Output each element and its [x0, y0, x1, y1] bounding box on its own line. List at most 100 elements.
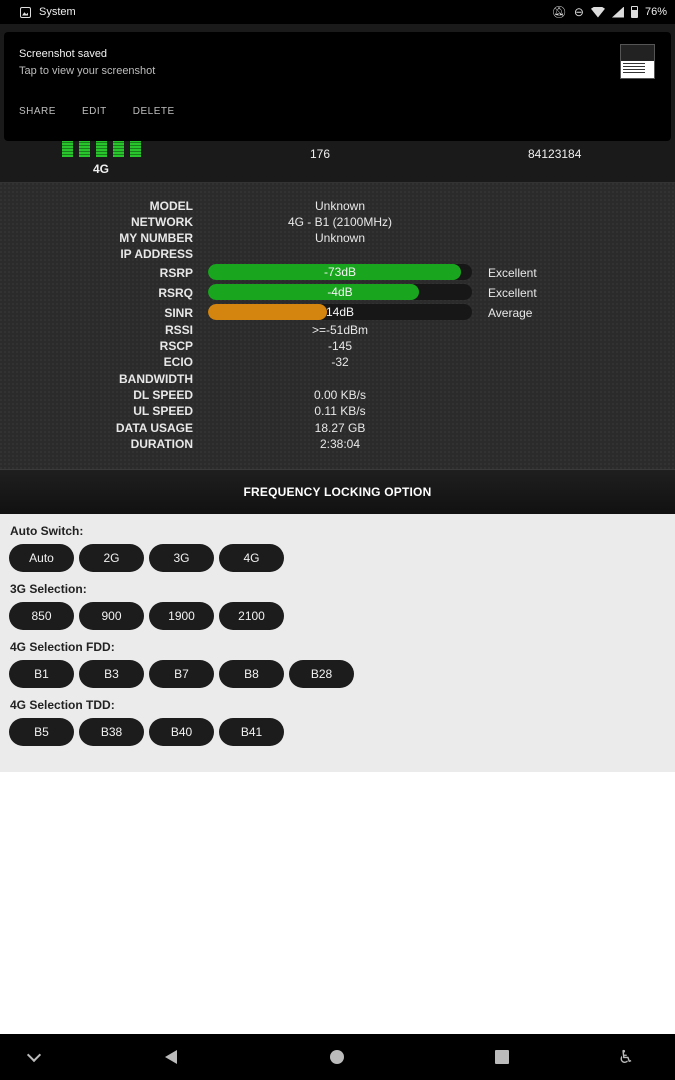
info-row-network: NETWORK 4G - B1 (2100MHz)	[0, 215, 675, 231]
info-row-rscp: RSCP -145	[0, 339, 675, 355]
back-icon	[165, 1050, 177, 1064]
delete-button[interactable]: DELETE	[133, 106, 175, 117]
info-label: RSRP	[159, 266, 193, 280]
info-label: ECIO	[163, 355, 193, 369]
status-app-label: System	[39, 6, 76, 18]
info-label: BANDWIDTH	[119, 372, 193, 386]
nav-recents-button[interactable]	[488, 1034, 516, 1080]
image-icon	[20, 6, 31, 18]
info-row-ul-speed: UL SPEED 0.11 KB/s	[0, 404, 675, 420]
3g-selection-buttons: 850 900 1900 2100	[9, 602, 284, 630]
band-b28-button[interactable]: B28	[289, 660, 354, 688]
info-value: 4G - B1 (2100MHz)	[287, 215, 393, 229]
info-value: Unknown	[314, 231, 366, 245]
4g-button[interactable]: 4G	[219, 544, 284, 572]
info-row-model: MODEL Unknown	[0, 199, 675, 215]
rsrq-meter: -4dB	[208, 284, 472, 300]
signal-bar	[62, 141, 73, 157]
band-1900-button[interactable]: 1900	[149, 602, 214, 630]
signal-icon	[611, 6, 624, 18]
battery-percent: 76%	[644, 6, 667, 18]
notification-subtitle: Tap to view your screenshot	[19, 65, 156, 77]
info-label: DURATION	[130, 437, 193, 451]
info-row-ip-address: IP ADDRESS	[0, 247, 675, 263]
info-label: DL SPEED	[133, 388, 193, 402]
info-label: RSCP	[159, 339, 193, 353]
nav-collapse-button[interactable]	[20, 1034, 48, 1080]
frequency-locking-panel: Auto Switch: Auto 2G 3G 4G 3G Selection:…	[0, 514, 675, 772]
band-b1-button[interactable]: B1	[9, 660, 74, 688]
dnd-icon: ⊖	[573, 5, 584, 19]
info-value: 0.11 KB/s	[314, 404, 366, 418]
info-label: DATA USAGE	[115, 421, 193, 435]
info-label: NETWORK	[131, 215, 193, 229]
info-value: 2:38:04	[319, 437, 361, 451]
3g-button[interactable]: 3G	[149, 544, 214, 572]
4g-fdd-buttons: B1 B3 B7 B8 B28	[9, 660, 354, 688]
band-b38-button[interactable]: B38	[79, 718, 144, 746]
meter-value: -73dB	[323, 265, 357, 279]
info-label: IP ADDRESS	[120, 247, 193, 261]
edit-button[interactable]: EDIT	[82, 106, 107, 117]
band-b7-button[interactable]: B7	[149, 660, 214, 688]
band-b3-button[interactable]: B3	[79, 660, 144, 688]
status-bar: System 🔕︎ ⊖ 76%	[0, 0, 675, 24]
info-row-data-usage: DATA USAGE 18.27 GB	[0, 421, 675, 437]
bell-off-icon: 🔕︎	[551, 5, 567, 19]
band-b8-button[interactable]: B8	[219, 660, 284, 688]
info-value: Unknown	[314, 199, 366, 213]
accessibility-icon: ♿︎	[617, 1047, 635, 1067]
rsrp-meter: -73dB	[208, 264, 472, 280]
info-label: RSRQ	[158, 286, 193, 300]
3g-selection-label: 3G Selection:	[10, 582, 87, 596]
info-value: 0.00 KB/s	[313, 388, 367, 402]
info-row-duration: DURATION 2:38:04	[0, 437, 675, 453]
2g-button[interactable]: 2G	[79, 544, 144, 572]
auto-switch-label: Auto Switch:	[10, 524, 84, 538]
home-icon	[330, 1050, 344, 1064]
screenshot-notification[interactable]: Screenshot saved Tap to view your screen…	[4, 32, 671, 141]
meter-value: -4dB	[327, 285, 353, 299]
band-b40-button[interactable]: B40	[149, 718, 214, 746]
sinr-meter: 14dB	[208, 304, 472, 320]
chevron-down-icon	[26, 1047, 42, 1063]
signal-strength-bars	[62, 141, 141, 157]
screenshot-thumbnail[interactable]	[620, 44, 655, 79]
notification-actions: SHARE EDIT DELETE	[19, 106, 175, 117]
share-button[interactable]: SHARE	[19, 106, 56, 117]
navigation-bar: ♿︎	[0, 1034, 675, 1080]
auto-switch-buttons: Auto 2G 3G 4G	[9, 544, 284, 572]
info-row-ecio: ECIO -32	[0, 355, 675, 371]
pci-value: 176	[310, 147, 331, 161]
info-label: MODEL	[149, 199, 193, 213]
signal-bar	[113, 141, 124, 157]
frequency-locking-header[interactable]: FREQUENCY LOCKING OPTION	[0, 470, 675, 514]
info-row-sinr: SINR 14dB Average	[0, 304, 675, 322]
info-label: RSSI	[164, 323, 193, 337]
band-850-button[interactable]: 850	[9, 602, 74, 630]
4g-tdd-buttons: B5 B38 B40 B41	[9, 718, 284, 746]
nav-back-button[interactable]	[157, 1034, 185, 1080]
info-value: >=-51dBm	[311, 323, 369, 337]
nav-home-button[interactable]	[323, 1034, 351, 1080]
auto-button[interactable]: Auto	[9, 544, 74, 572]
recents-icon	[495, 1050, 509, 1064]
info-row-rsrq: RSRQ -4dB Excellent	[0, 284, 675, 302]
info-value: -32	[331, 355, 349, 369]
cell-id-value: 84123184	[528, 147, 582, 161]
info-label: UL SPEED	[133, 404, 193, 418]
info-row-my-number: MY NUMBER Unknown	[0, 231, 675, 247]
band-2100-button[interactable]: 2100	[219, 602, 284, 630]
band-900-button[interactable]: 900	[79, 602, 144, 630]
band-b5-button[interactable]: B5	[9, 718, 74, 746]
network-info-panel: MODEL Unknown NETWORK 4G - B1 (2100MHz) …	[0, 183, 675, 470]
info-value: -145	[327, 339, 353, 353]
meter-value: 14dB	[325, 305, 355, 319]
signal-bar	[96, 141, 107, 157]
status-icons: 🔕︎ ⊖ 76%	[552, 0, 667, 24]
quality-label: Average	[488, 306, 533, 320]
quality-label: Excellent	[488, 266, 537, 280]
nav-accessibility-button[interactable]: ♿︎	[612, 1034, 640, 1080]
band-b41-button[interactable]: B41	[219, 718, 284, 746]
wifi-icon	[590, 6, 605, 18]
